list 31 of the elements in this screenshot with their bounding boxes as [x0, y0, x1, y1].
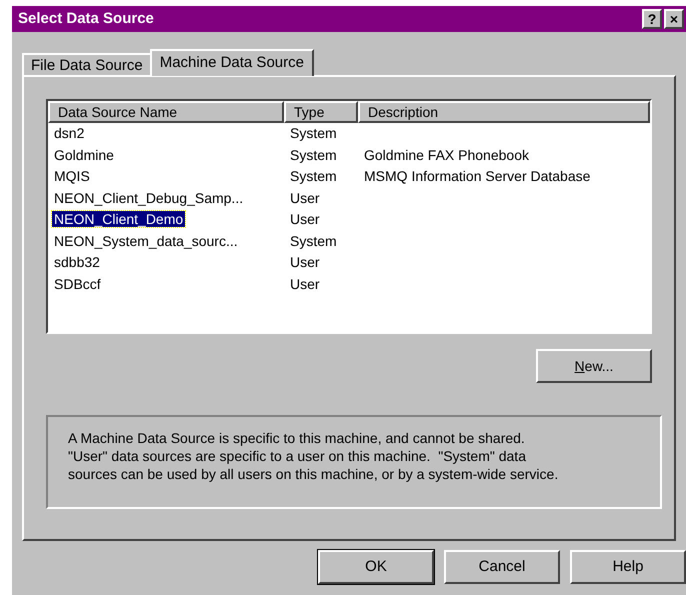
table-cell: User [290, 276, 320, 292]
help-button[interactable]: Help [570, 550, 686, 584]
table-cell[interactable]: SDBccf [54, 276, 101, 292]
help-button[interactable]: ? [642, 9, 662, 29]
table-cell[interactable]: MQIS [54, 168, 90, 184]
tab[interactable]: Machine Data Source [150, 49, 314, 76]
table-cell[interactable]: NEON_Client_Demo [52, 211, 186, 228]
table-cell[interactable]: NEON_Client_Debug_Samp... [54, 190, 244, 206]
close-button[interactable]: × [664, 9, 684, 29]
table-cell: System [290, 232, 337, 249]
column-header[interactable]: Description [358, 101, 650, 123]
column-header[interactable]: Data Source Name [48, 101, 284, 123]
ok-button[interactable]: OK [318, 550, 434, 584]
table-cell[interactable]: Goldmine [54, 146, 114, 163]
table-cell[interactable]: dsn2 [54, 125, 84, 142]
table-cell: User [290, 211, 320, 228]
table-cell[interactable]: sdbb32 [54, 254, 100, 270]
table-cell: System [290, 168, 337, 184]
table-cell: System [290, 125, 337, 142]
table-cell[interactable]: NEON_System_data_sourc... [54, 232, 238, 249]
new-button[interactable]: New... [536, 349, 652, 383]
table-cell: System [290, 146, 337, 163]
tab[interactable]: File Data Source [22, 53, 152, 76]
info-text: A Machine Data Source is specific to this machine, and cannot be shared. "User" data sources are specific to a user on this machine. "System" data sources can be used by all users on this machine, or by a system-wide service. [68, 429, 560, 483]
table-cell: MSMQ Information Server Database [364, 168, 590, 184]
cancel-button[interactable]: Cancel [444, 550, 560, 584]
column-header[interactable]: Type [284, 101, 358, 123]
table-cell: User [290, 254, 320, 270]
table-cell: User [290, 190, 320, 206]
window-title: Select Data Source [18, 8, 155, 29]
table-cell: Goldmine FAX Phonebook [364, 146, 529, 163]
